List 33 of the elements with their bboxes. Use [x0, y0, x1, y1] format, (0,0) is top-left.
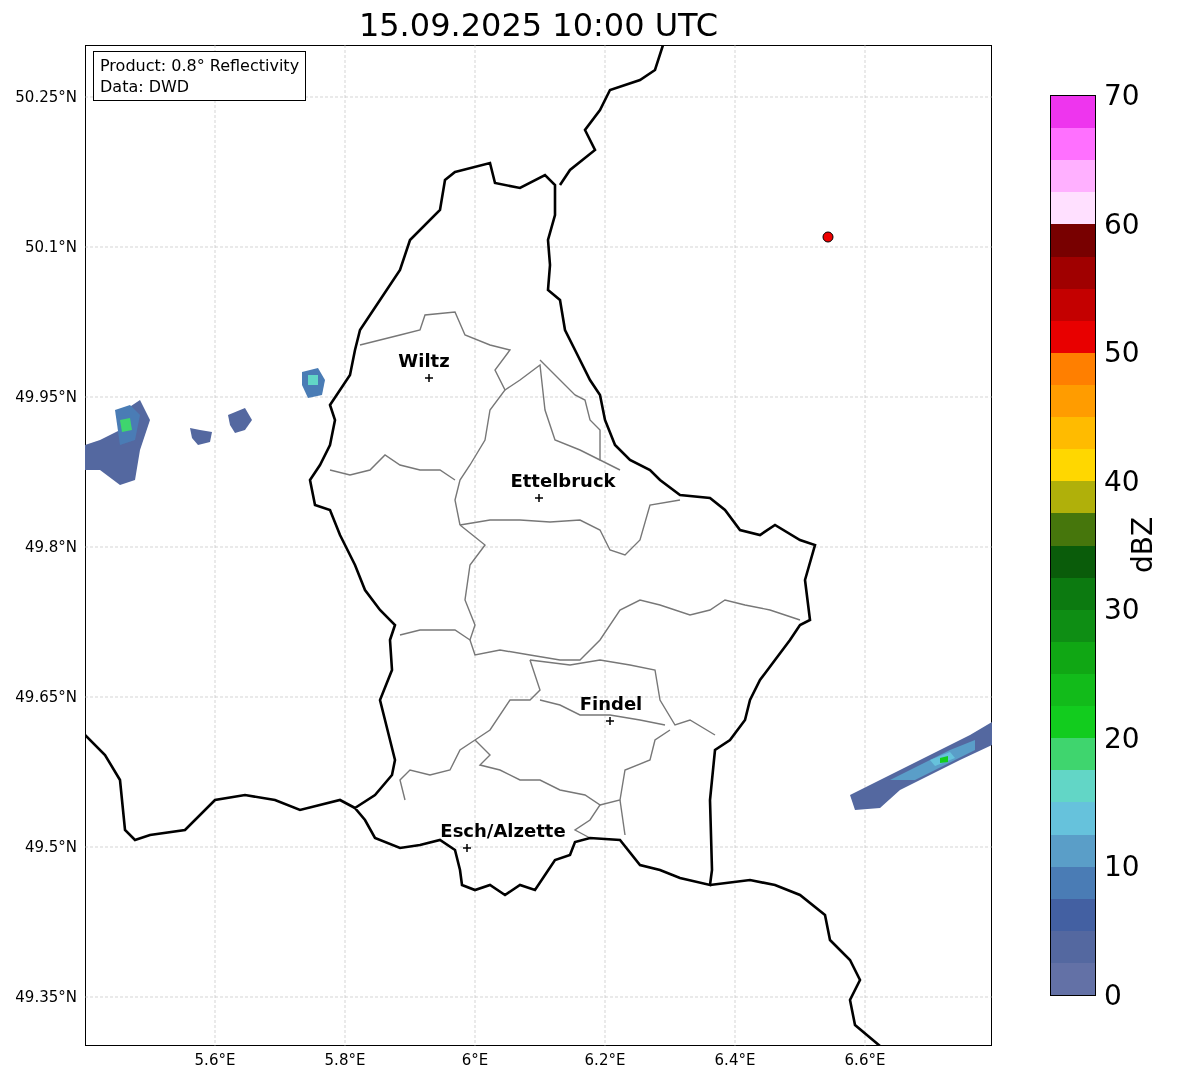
x-tick-label: 5.8°E	[324, 1051, 366, 1069]
colorbar-tick-label: 50	[1104, 335, 1140, 369]
city-label: Wiltz	[398, 350, 450, 371]
city-marker-icon	[424, 373, 434, 383]
city-label: Findel	[579, 693, 643, 714]
city-label: Ettelbruck	[510, 470, 616, 491]
x-tick-label: 6.4°E	[714, 1051, 756, 1069]
y-tick-label: 49.95°N	[15, 388, 77, 406]
x-tick-label: 6.6°E	[844, 1051, 886, 1069]
city-label: Esch/Alzette	[440, 820, 566, 841]
y-tick-label: 50.25°N	[15, 88, 77, 106]
y-tick-label: 49.5°N	[24, 838, 77, 856]
city-marker-icon	[462, 843, 472, 853]
colorbar-tick-label: 0	[1104, 978, 1122, 1012]
y-tick-label: 49.8°N	[24, 538, 77, 556]
colorbar-tick-label: 40	[1104, 464, 1140, 498]
y-tick-label: 49.35°N	[15, 988, 77, 1006]
info-text: Data: DWD	[100, 76, 191, 97]
y-tick-label: 49.65°N	[15, 688, 77, 706]
figure-title: 15.09.2025 10:00 UTC	[357, 6, 720, 45]
city-marker-icon	[605, 716, 615, 726]
colorbar-tick-label: 30	[1104, 592, 1140, 626]
colorbar-tick-label: 60	[1104, 207, 1140, 241]
colorbar-label: dBZ	[1125, 516, 1159, 574]
y-tick-label: 50.1°N	[24, 238, 77, 256]
colorbar-tick-label: 10	[1104, 849, 1140, 883]
colorbar-tick-label: 20	[1104, 721, 1140, 755]
x-tick-label: 6°E	[461, 1051, 489, 1069]
x-tick-label: 6.2°E	[584, 1051, 626, 1069]
x-tick-label: 5.6°E	[194, 1051, 236, 1069]
city-marker-icon	[534, 493, 544, 503]
colorbar-tick-label: 70	[1104, 78, 1140, 112]
info-text: Product: 0.8° Reflectivity	[100, 55, 300, 76]
